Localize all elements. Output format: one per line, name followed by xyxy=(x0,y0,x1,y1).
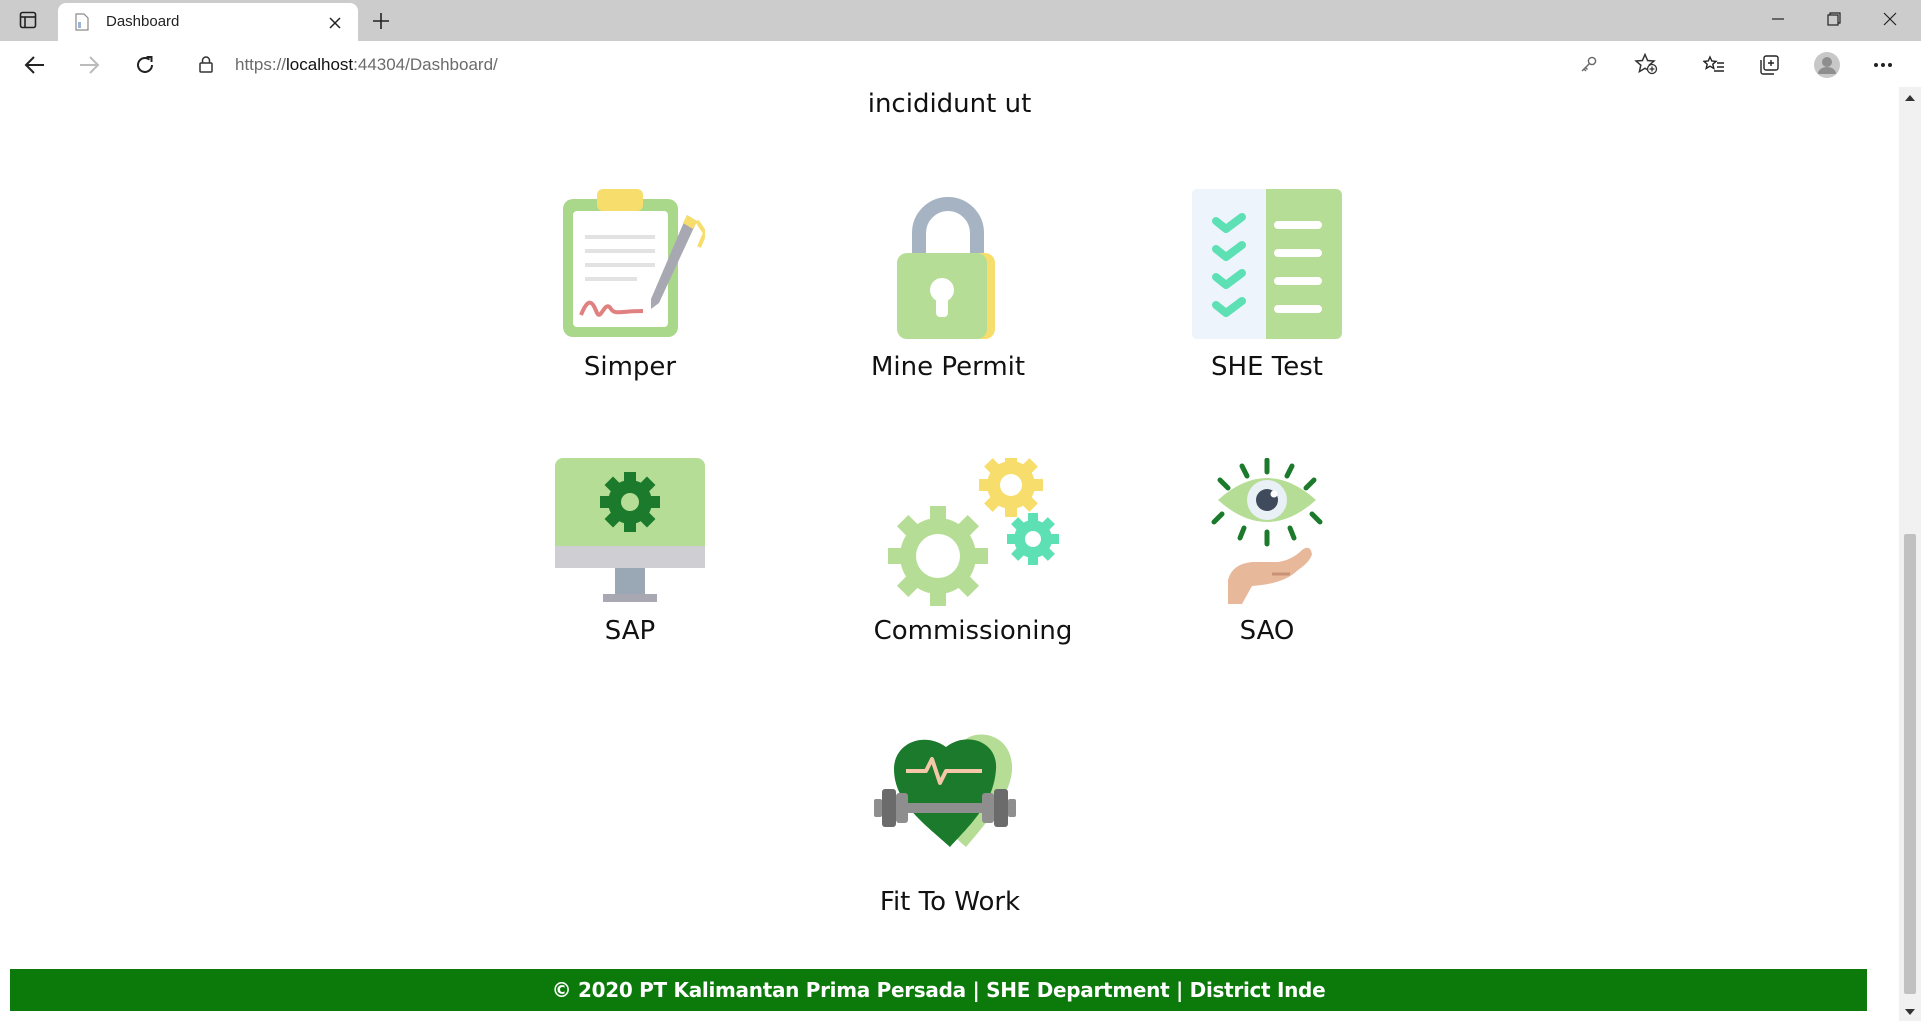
page-content: incididunt ut Simper Mine Permit SHE Tes… xyxy=(0,87,1899,1021)
clipboard-signature-icon xyxy=(563,189,705,337)
module-card-simper[interactable]: Simper xyxy=(500,187,760,382)
lock-icon[interactable] xyxy=(198,55,214,77)
url-host: localhost xyxy=(286,55,354,74)
profile-avatar-icon[interactable] xyxy=(1810,48,1844,82)
favorites-icon[interactable] xyxy=(1697,48,1731,82)
collections-icon[interactable] xyxy=(1752,48,1786,82)
scroll-down-icon[interactable] xyxy=(1905,1009,1915,1015)
module-label: SAP xyxy=(604,616,656,646)
new-tab-icon[interactable] xyxy=(367,7,395,35)
heart-dumbbell-icon xyxy=(874,734,1016,847)
address-bar[interactable]: https://localhost:44304/Dashboard/ xyxy=(180,45,1680,83)
forward-icon[interactable] xyxy=(72,48,106,82)
refresh-icon[interactable] xyxy=(128,48,162,82)
eye-hand-icon xyxy=(1211,458,1323,604)
module-label: Fit To Work xyxy=(879,887,1021,917)
minimize-icon[interactable] xyxy=(1750,0,1806,38)
module-label: Mine Permit xyxy=(870,352,1026,382)
restore-icon[interactable] xyxy=(1806,0,1862,38)
page-footer: © 2020 PT Kalimantan Prima Persada | SHE… xyxy=(10,969,1867,1011)
add-favorite-icon[interactable] xyxy=(1634,52,1658,79)
module-card-fit-to-work[interactable]: Fit To Work xyxy=(820,729,1080,917)
url-path: :44304/Dashboard/ xyxy=(353,55,498,74)
padlock-icon xyxy=(897,197,995,339)
browser-tab-strip: Dashboard xyxy=(0,0,1921,41)
lead-text: incididunt ut xyxy=(867,89,1032,119)
browser-toolbar: https://localhost:44304/Dashboard/ xyxy=(0,41,1921,88)
module-card-mine-permit[interactable]: Mine Permit xyxy=(818,187,1078,382)
module-label: SAO xyxy=(1239,616,1295,646)
page-scrollbar[interactable] xyxy=(1899,87,1921,1021)
module-card-sao[interactable]: SAO xyxy=(1137,458,1397,646)
module-label: Simper xyxy=(583,352,677,382)
browser-tab[interactable]: Dashboard xyxy=(58,3,358,41)
password-key-icon[interactable] xyxy=(1580,55,1598,77)
close-window-icon[interactable] xyxy=(1862,0,1918,38)
tab-actions-icon[interactable] xyxy=(14,7,42,33)
url-scheme: https:// xyxy=(235,55,287,74)
url-text[interactable]: https://localhost:44304/Dashboard/ xyxy=(235,55,498,75)
checklist-icon xyxy=(1192,189,1342,339)
tab-title: Dashboard xyxy=(106,13,180,30)
module-card-she-test[interactable]: SHE Test xyxy=(1137,187,1397,382)
more-menu-icon[interactable] xyxy=(1866,48,1900,82)
back-icon[interactable] xyxy=(18,48,52,82)
monitor-gear-icon xyxy=(555,458,705,602)
module-card-sap[interactable]: SAP xyxy=(500,458,760,646)
gears-icon xyxy=(888,458,1059,606)
module-label: Commissioning xyxy=(873,616,1073,646)
scrollbar-thumb[interactable] xyxy=(1904,534,1916,994)
close-tab-icon[interactable] xyxy=(324,12,346,34)
module-card-commissioning[interactable]: Commissioning xyxy=(843,458,1103,646)
scroll-up-icon[interactable] xyxy=(1905,95,1915,101)
page-favicon-icon xyxy=(74,13,90,35)
module-label: SHE Test xyxy=(1211,352,1323,382)
